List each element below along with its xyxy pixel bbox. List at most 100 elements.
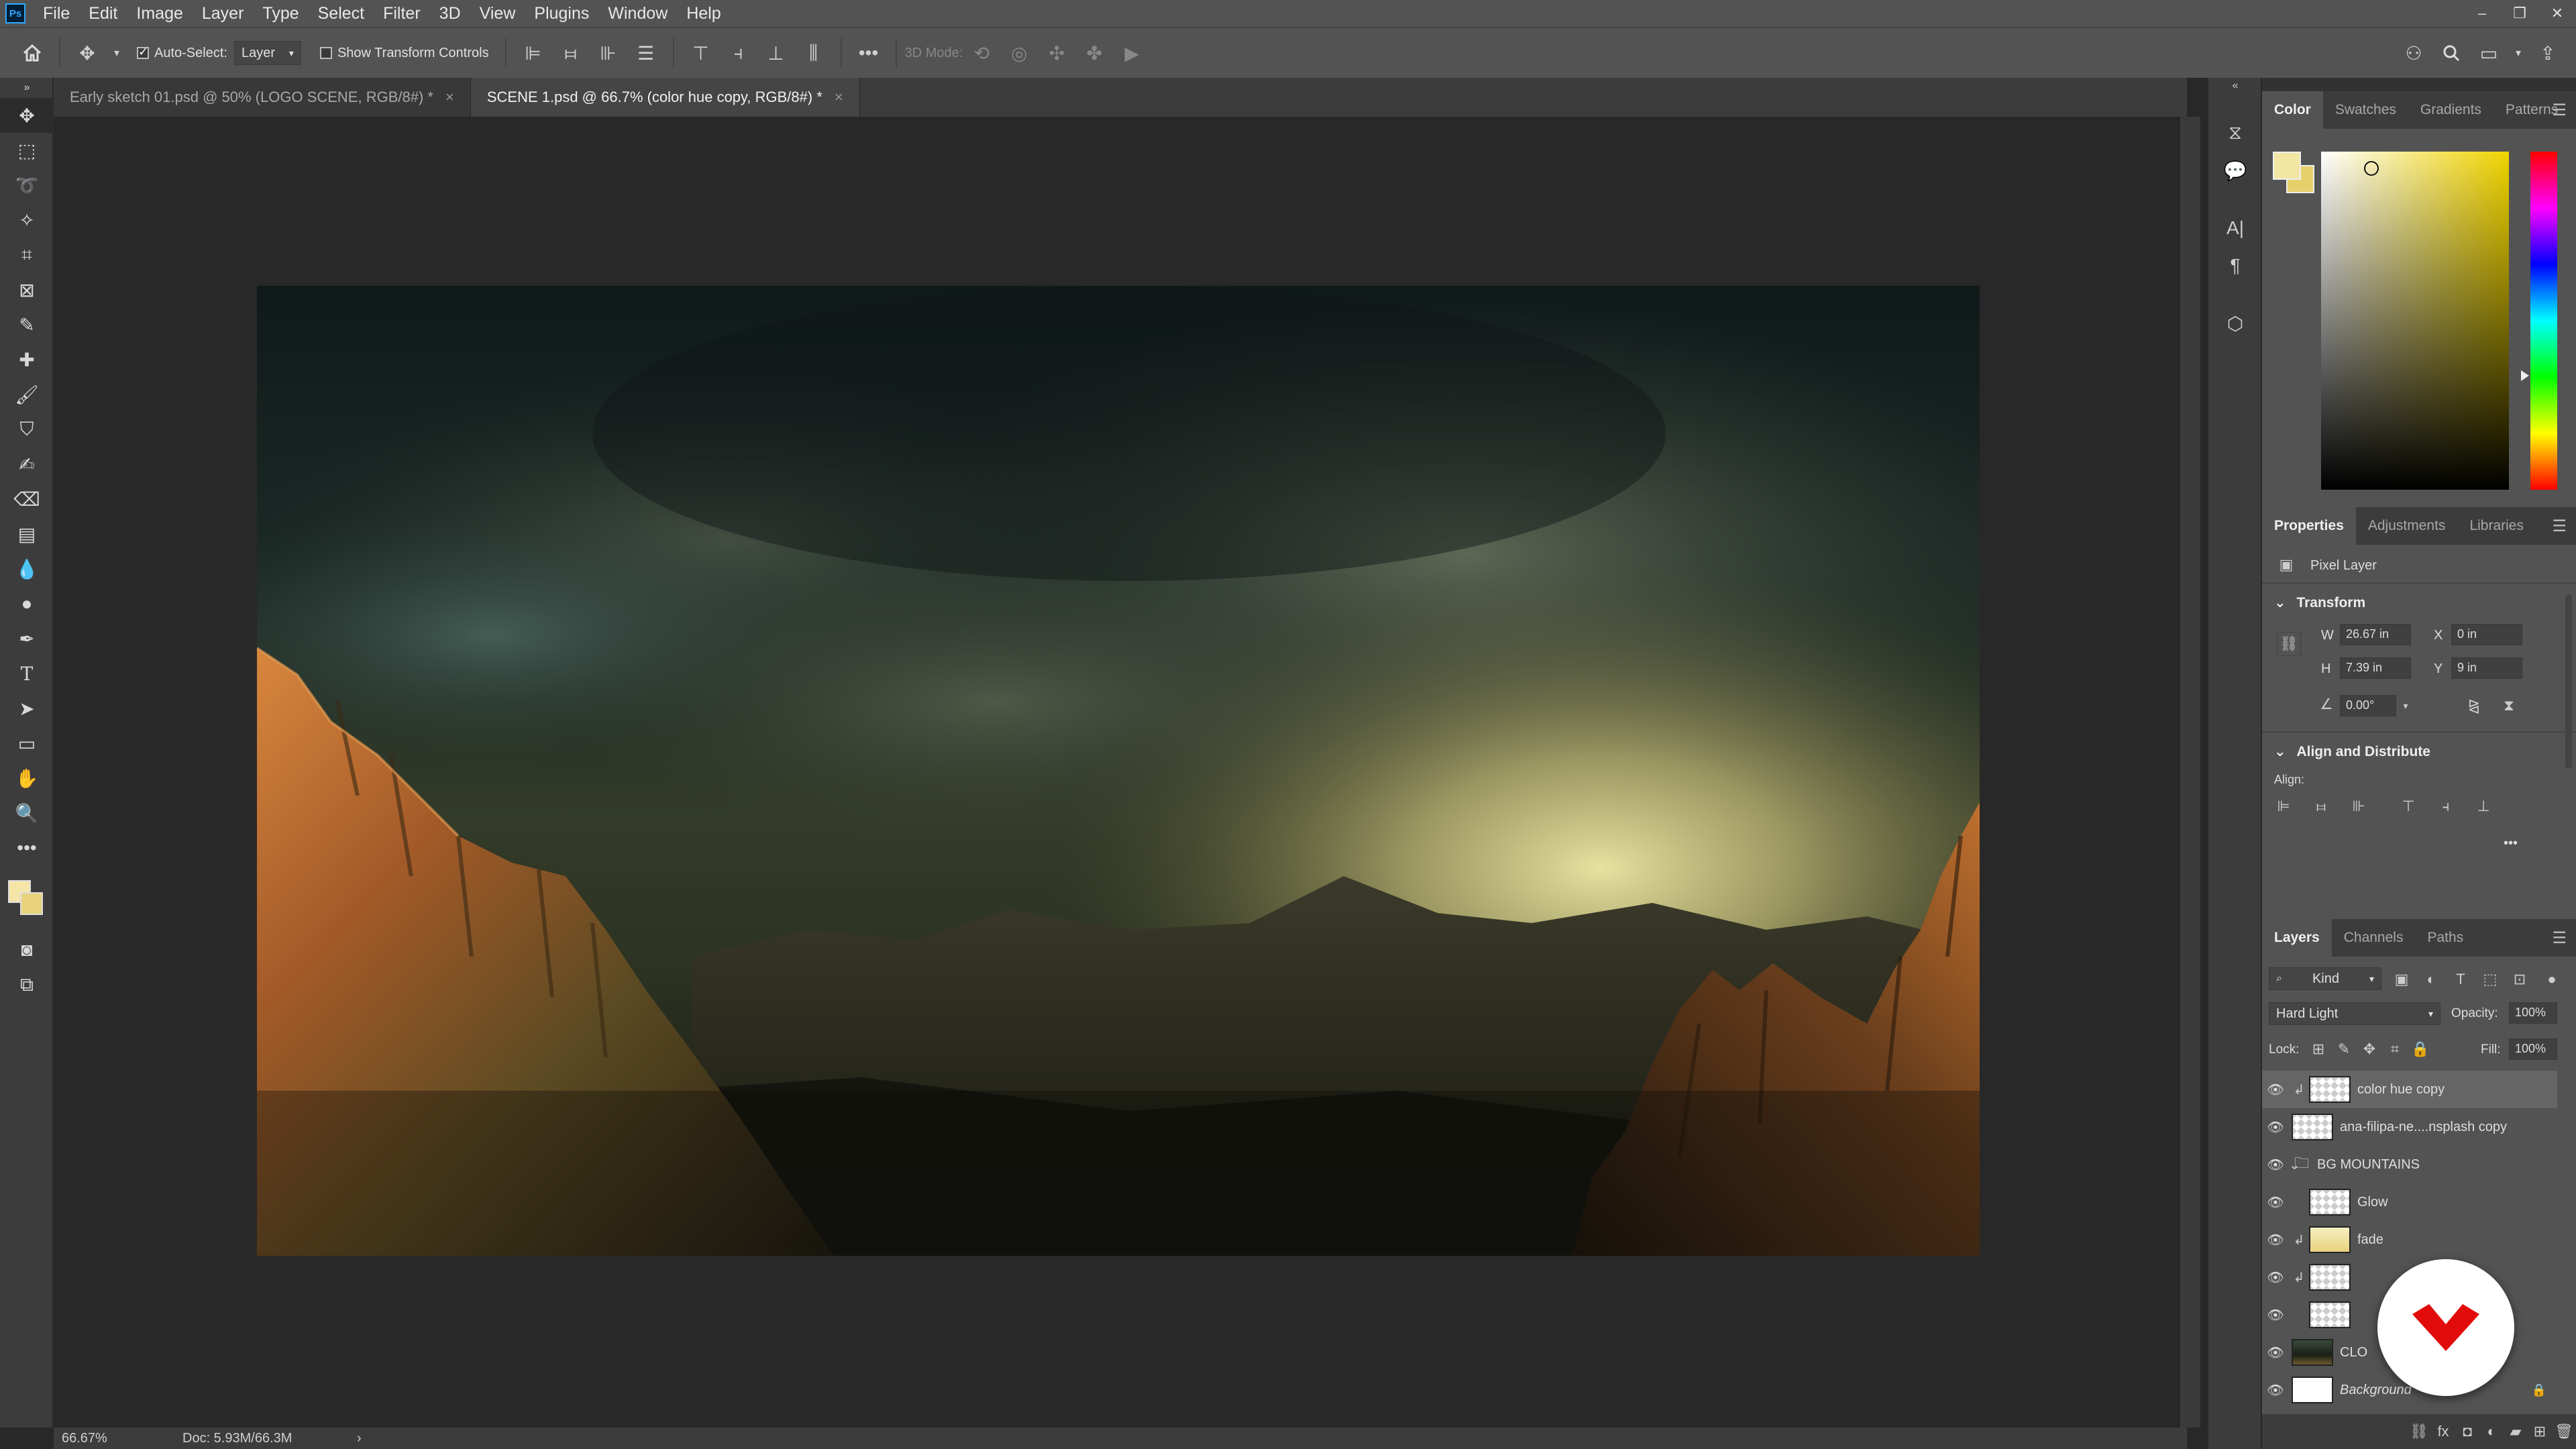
filter-adjustment-icon[interactable]: ◐ bbox=[2419, 967, 2443, 991]
menu-file[interactable]: File bbox=[34, 0, 79, 27]
dodge-tool-icon[interactable]: ● bbox=[0, 586, 54, 621]
new-group-icon[interactable]: ▰ bbox=[2504, 1419, 2528, 1444]
more-align-options[interactable]: ••• bbox=[2504, 836, 2518, 851]
home-icon[interactable] bbox=[17, 38, 47, 68]
hand-tool-icon[interactable]: ✋ bbox=[0, 761, 54, 796]
filter-shape-icon[interactable]: ⬚ bbox=[2478, 967, 2502, 991]
share-icon[interactable]: ⇪ bbox=[2533, 38, 2563, 68]
hue-slider-marker[interactable] bbox=[2521, 370, 2529, 381]
align-top-edges-icon[interactable]: ⊤ bbox=[2396, 794, 2420, 818]
workspace-icon[interactable]: ▭ bbox=[2474, 38, 2504, 68]
pen-tool-icon[interactable]: ✒ bbox=[0, 621, 54, 656]
lock-transparency-icon[interactable]: ⊞ bbox=[2306, 1037, 2330, 1061]
align-section-header[interactable]: ⌄ Align and Distribute bbox=[2274, 743, 2430, 760]
filter-type-icon[interactable]: T bbox=[2449, 967, 2473, 991]
visibility-eye-icon[interactable]: 👁 bbox=[2262, 1382, 2289, 1399]
x-field[interactable]: 0 in bbox=[2451, 624, 2522, 645]
crop-tool-icon[interactable]: ⌗ bbox=[0, 237, 54, 272]
layer-thumbnail[interactable] bbox=[2309, 1076, 2351, 1103]
character-icon[interactable]: A| bbox=[2208, 209, 2262, 247]
document-tab[interactable]: SCENE 1.psd @ 66.7% (color hue copy, RGB… bbox=[470, 78, 860, 117]
rectangle-tool-icon[interactable]: ▭ bbox=[0, 726, 54, 761]
collapse-panels-icon[interactable]: « bbox=[2208, 78, 2262, 94]
align-bottom-icon[interactable]: ⊥ bbox=[761, 38, 791, 68]
align-horizontal-centers-icon[interactable]: ⧦ bbox=[2309, 794, 2333, 818]
color-picker-handle[interactable] bbox=[2364, 161, 2379, 176]
layer-name[interactable]: ana-filipa-ne....nsplash copy bbox=[2340, 1120, 2557, 1135]
align-top-icon[interactable]: ⊤ bbox=[686, 38, 716, 68]
layer-thumbnail[interactable] bbox=[2292, 1339, 2333, 1366]
collapse-toolbar-icon[interactable]: » bbox=[0, 78, 54, 98]
hue-slider[interactable] bbox=[2530, 152, 2557, 490]
blend-mode-dropdown[interactable]: Hard Light ▾ bbox=[2269, 1002, 2440, 1025]
panel-tab-properties[interactable]: Properties bbox=[2262, 507, 2356, 545]
eraser-tool-icon[interactable]: ⌫ bbox=[0, 482, 54, 517]
layer-name[interactable]: fade bbox=[2357, 1232, 2557, 1248]
link-layers-icon[interactable]: ⛓ bbox=[2407, 1419, 2431, 1444]
align-right-icon[interactable]: ⊪ bbox=[594, 38, 623, 68]
vertical-scrollbar[interactable] bbox=[2180, 117, 2200, 1428]
panel-tab-paths[interactable]: Paths bbox=[2415, 919, 2475, 957]
auto-select-target-dropdown[interactable]: Layer ▾ bbox=[233, 41, 301, 65]
fill-field[interactable]: 100% bbox=[2509, 1038, 2557, 1060]
menu-window[interactable]: Window bbox=[598, 0, 677, 27]
healing-brush-tool-icon[interactable]: ✚ bbox=[0, 342, 54, 377]
close-window-button[interactable]: ✕ bbox=[2538, 0, 2576, 27]
close-tab-icon[interactable]: × bbox=[835, 89, 843, 106]
expand-group-icon[interactable]: ⌄ bbox=[2289, 1157, 2300, 1173]
quick-mask-icon[interactable]: ◙ bbox=[0, 932, 54, 967]
filter-smart-object-icon[interactable]: ⊡ bbox=[2508, 967, 2532, 991]
layer-style-icon[interactable]: fx bbox=[2431, 1419, 2455, 1444]
layer-row[interactable]: 👁 ⌄ 🗀 BG MOUNTAINS bbox=[2262, 1146, 2557, 1183]
transform-controls-check-icon[interactable] bbox=[319, 47, 332, 59]
status-info-arrow[interactable]: › bbox=[357, 1431, 362, 1446]
background-color-swatch[interactable] bbox=[20, 892, 43, 915]
new-layer-icon[interactable]: ⊞ bbox=[2528, 1419, 2552, 1444]
history-icon[interactable]: ⧖ bbox=[2208, 114, 2262, 152]
layer-name[interactable]: color hue copy bbox=[2357, 1082, 2557, 1097]
menu-plugins[interactable]: Plugins bbox=[525, 0, 598, 27]
minimize-button[interactable]: – bbox=[2463, 0, 2501, 27]
filter-pixel-icon[interactable]: ▣ bbox=[2390, 967, 2414, 991]
path-selection-tool-icon[interactable]: ➤ bbox=[0, 691, 54, 726]
color-saturation-field[interactable] bbox=[2321, 152, 2509, 490]
visibility-eye-icon[interactable]: 👁 bbox=[2262, 1232, 2289, 1248]
align-left-edges-icon[interactable]: ⊫ bbox=[2271, 794, 2296, 818]
filter-toggle-icon[interactable]: ● bbox=[2540, 967, 2564, 991]
search-icon[interactable] bbox=[2436, 38, 2466, 68]
frame-tool-icon[interactable]: ⊠ bbox=[0, 272, 54, 307]
gradient-tool-icon[interactable]: ▤ bbox=[0, 517, 54, 551]
add-mask-icon[interactable]: ◘ bbox=[2455, 1419, 2479, 1444]
flip-horizontal-icon[interactable]: ⧎ bbox=[2462, 694, 2486, 718]
history-brush-tool-icon[interactable]: ✍ bbox=[0, 447, 54, 482]
link-dimensions-icon[interactable]: ⛓ bbox=[2277, 632, 2301, 656]
panel-tab-libraries[interactable]: Libraries bbox=[2457, 507, 2536, 545]
auto-select-check-icon[interactable] bbox=[137, 45, 149, 59]
panel-tab-gradients[interactable]: Gradients bbox=[2408, 91, 2493, 129]
angle-field[interactable]: 0.00° bbox=[2340, 695, 2396, 716]
visibility-eye-icon[interactable]: 👁 bbox=[2262, 1344, 2289, 1361]
edit-toolbar-icon[interactable]: ••• bbox=[0, 830, 54, 865]
magic-wand-tool-icon[interactable]: ✧ bbox=[0, 203, 54, 237]
auto-select-checkbox[interactable]: Auto-Select: bbox=[137, 45, 227, 61]
align-bottom-edges-icon[interactable]: ⊥ bbox=[2471, 794, 2496, 818]
lock-all-icon[interactable]: 🔒 bbox=[2408, 1037, 2432, 1061]
y-field[interactable]: 9 in bbox=[2451, 657, 2522, 679]
align-vertical-center-icon[interactable]: ⫞ bbox=[724, 38, 753, 68]
lock-image-icon[interactable]: ✎ bbox=[2332, 1037, 2356, 1061]
chevron-down-icon[interactable]: ▾ bbox=[2512, 38, 2525, 68]
type-tool-icon[interactable]: T bbox=[0, 656, 54, 691]
delete-layer-icon[interactable]: 🗑 bbox=[2552, 1419, 2576, 1444]
zoom-level[interactable]: 66.67% bbox=[62, 1431, 162, 1446]
layer-thumbnail[interactable] bbox=[2309, 1226, 2351, 1253]
width-field[interactable]: 26.67 in bbox=[2340, 624, 2411, 645]
height-field[interactable]: 7.39 in bbox=[2340, 657, 2411, 679]
lasso-tool-icon[interactable]: ➰ bbox=[0, 168, 54, 203]
layer-thumbnail[interactable] bbox=[2309, 1264, 2351, 1291]
panel-tab-adjustments[interactable]: Adjustments bbox=[2356, 507, 2458, 545]
properties-scrollbar[interactable] bbox=[2565, 594, 2572, 769]
chevron-down-icon[interactable]: ▾ bbox=[2394, 694, 2418, 718]
foreground-color-chip[interactable] bbox=[2273, 152, 2301, 180]
align-left-icon[interactable]: ⊫ bbox=[519, 38, 548, 68]
layer-thumbnail[interactable] bbox=[2292, 1377, 2333, 1403]
